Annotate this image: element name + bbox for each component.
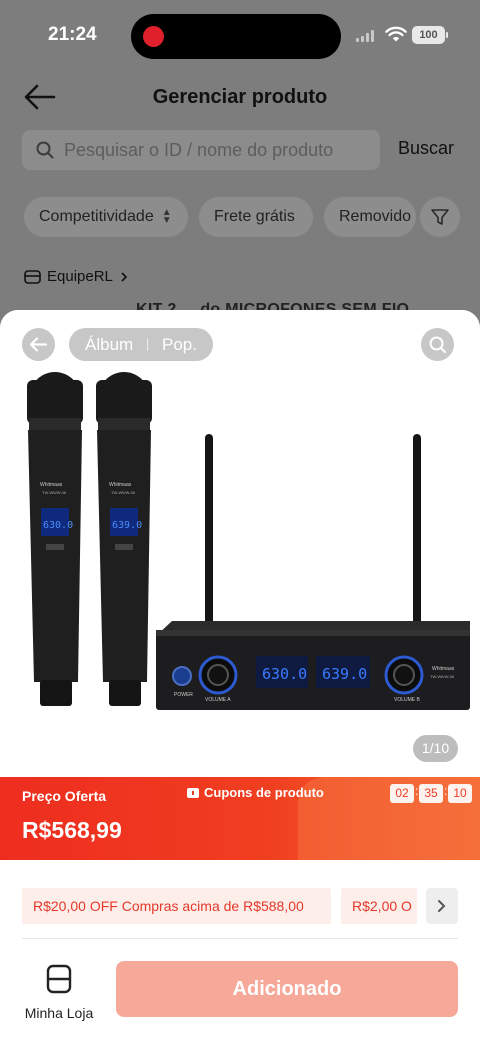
chevron-right-icon bbox=[438, 900, 446, 912]
status-time: 21:24 bbox=[48, 24, 97, 45]
filter-chip-removido[interactable]: Removido bbox=[324, 197, 416, 237]
chip-label: Competitividade bbox=[39, 208, 154, 225]
gallery-segmented-control: Álbum Pop. bbox=[69, 328, 213, 361]
countdown-seconds: 10 bbox=[448, 784, 472, 803]
filter-chip-competitividade[interactable]: Competitividade ▲ ▼ bbox=[24, 197, 188, 237]
mic2-brand: Whitmaas bbox=[109, 482, 132, 488]
filter-chip-frete-gratis[interactable]: Frete grátis bbox=[199, 197, 313, 237]
back-arrow-icon bbox=[29, 337, 48, 352]
chip-label: Frete grátis bbox=[214, 208, 295, 225]
sheet-back-button[interactable] bbox=[22, 328, 55, 361]
countdown-separator: : bbox=[444, 784, 448, 798]
countdown-minutes: 35 bbox=[419, 784, 443, 803]
my-store-button[interactable]: Minha Loja bbox=[21, 964, 97, 1021]
sort-arrows-icon: ▲ ▼ bbox=[161, 206, 172, 226]
search-icon bbox=[36, 141, 54, 159]
receiver-brand-label: Whitmaas bbox=[432, 666, 455, 672]
store-icon bbox=[46, 964, 72, 994]
search-input[interactable]: Pesquisar o ID / nome do produto bbox=[22, 130, 380, 170]
receiver-power-label: POWER bbox=[174, 692, 193, 698]
promo-tag[interactable]: R$2,00 O bbox=[341, 888, 417, 924]
mic1-display: 630.0 bbox=[43, 520, 73, 531]
product-photo[interactable]: POWER 630.0 639.0 VOLUME A VOLUME B Whit… bbox=[0, 310, 480, 776]
my-store-label: Minha Loja bbox=[24, 1005, 94, 1021]
chevron-right-icon bbox=[121, 271, 128, 282]
receiver-model-label: TW-W6/W-06 bbox=[430, 674, 455, 679]
recording-dot-icon bbox=[143, 26, 164, 47]
status-bar: 21:24 100 bbox=[0, 0, 480, 70]
battery-icon: 100 bbox=[412, 26, 448, 44]
tab-album[interactable]: Álbum bbox=[85, 328, 133, 361]
coupon-icon bbox=[187, 787, 199, 798]
chip-label: Removido bbox=[339, 208, 412, 225]
promo-tag[interactable]: R$20,00 OFF Compras acima de R$588,00 bbox=[22, 888, 331, 924]
dynamic-island bbox=[131, 14, 341, 59]
promotions-next-button[interactable] bbox=[426, 888, 458, 924]
page-title: Gerenciar produto bbox=[152, 86, 328, 108]
mic1-model: TW-W6/W-06 bbox=[42, 490, 67, 495]
display-b-value: 639.0 bbox=[322, 665, 367, 683]
funnel-icon bbox=[431, 209, 449, 225]
divider bbox=[22, 938, 458, 939]
product-sheet: POWER 630.0 639.0 VOLUME A VOLUME B Whit… bbox=[0, 310, 480, 1040]
display-a-value: 630.0 bbox=[262, 665, 307, 683]
countdown-separator: : bbox=[415, 784, 419, 798]
coupons-label: Cupons de produto bbox=[204, 785, 324, 800]
coupons-link[interactable]: Cupons de produto bbox=[187, 785, 324, 800]
product-image: POWER 630.0 639.0 VOLUME A VOLUME B Whit… bbox=[27, 372, 470, 710]
countdown-hours: 02 bbox=[390, 784, 414, 803]
promotions-row: R$20,00 OFF Compras acima de R$588,00 R$… bbox=[22, 888, 458, 924]
image-search-button[interactable] bbox=[421, 328, 454, 361]
filter-button[interactable] bbox=[420, 197, 460, 237]
cellular-signal-icon bbox=[356, 30, 376, 42]
mic2-model: TW-W6/W-06 bbox=[111, 490, 136, 495]
store-icon bbox=[24, 270, 41, 284]
volume-b-label: VOLUME B bbox=[394, 697, 421, 703]
store-link[interactable]: EquipeRL bbox=[24, 268, 129, 285]
store-name: EquipeRL bbox=[47, 268, 113, 285]
search-button[interactable]: Buscar bbox=[398, 138, 454, 159]
offer-price: R$568,99 bbox=[22, 817, 122, 843]
offer-banner: Preço Oferta R$568,99 Cupons de produto … bbox=[0, 777, 480, 860]
mic2-display: 639.0 bbox=[112, 520, 142, 531]
wifi-icon bbox=[385, 26, 407, 42]
search-placeholder: Pesquisar o ID / nome do produto bbox=[64, 140, 334, 160]
added-button[interactable]: Adicionado bbox=[116, 961, 458, 1017]
offer-label: Preço Oferta bbox=[22, 788, 107, 804]
mic1-brand: Whitmaas bbox=[40, 482, 63, 488]
search-icon bbox=[429, 336, 446, 353]
image-counter: 1/10 bbox=[413, 735, 458, 762]
tab-pop[interactable]: Pop. bbox=[162, 328, 197, 361]
segment-divider bbox=[147, 338, 148, 351]
volume-a-label: VOLUME A bbox=[205, 697, 231, 703]
